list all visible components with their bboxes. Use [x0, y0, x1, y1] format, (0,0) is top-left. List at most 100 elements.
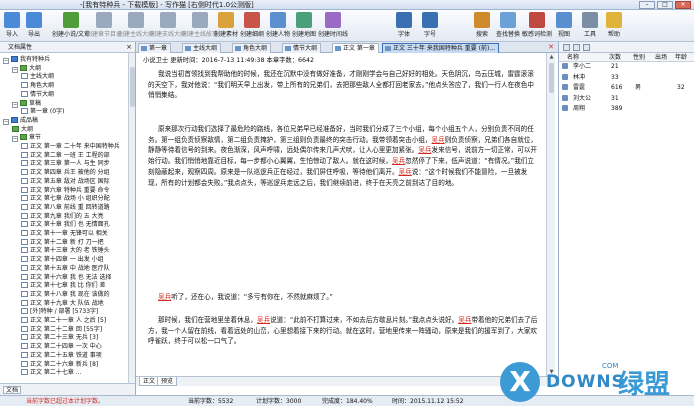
toolbar-button-4[interactable]: 创建主线大纲: [118, 11, 154, 41]
document-tab[interactable]: 第一章: [138, 43, 172, 53]
tree-node[interactable]: − 草稿: [12, 99, 41, 108]
tree-node[interactable]: − 大纲: [12, 64, 41, 73]
tree-node[interactable]: 正文 第十章 我们 也 无情面孔: [21, 221, 110, 229]
toolbar-button-3[interactable]: 创建章节目录: [86, 11, 122, 41]
tree-node[interactable]: 正文 第十二章 新 打 刀一把: [21, 238, 104, 247]
character-row[interactable]: 林冲 33: [559, 73, 694, 82]
editor-scroll-thumb[interactable]: [549, 63, 554, 93]
character-name-highlight[interactable]: 吴兵: [392, 157, 405, 165]
tree-node[interactable]: 正文 第二十五章 铁道 事项: [21, 351, 102, 360]
tree-node[interactable]: 正文 第四章 兵王 被他的 分组: [21, 169, 110, 177]
toolbar-button-19[interactable]: 帮助: [606, 11, 622, 41]
delete-character-icon[interactable]: [583, 44, 590, 51]
tree-node[interactable]: [外]特种 / 部署 [5733字]: [21, 308, 98, 316]
tree-expander-icon[interactable]: −: [12, 66, 18, 73]
editor-scrollbar[interactable]: ▲ ▼: [546, 53, 555, 376]
character-name-highlight[interactable]: 吴兵: [432, 136, 445, 144]
tree-node[interactable]: 正文 第十三章 大的 老 铁锤头: [21, 247, 110, 255]
column-header[interactable]: 性别: [633, 53, 645, 62]
editor-mode-tab[interactable]: 正文: [139, 377, 160, 386]
edit-character-icon[interactable]: [573, 44, 580, 51]
tree-node[interactable]: 主线大纲: [21, 73, 54, 81]
add-character-icon[interactable]: [563, 44, 570, 51]
character-row[interactable]: 周翔 389: [559, 104, 694, 113]
document-tab[interactable]: 正文 第一章: [332, 43, 379, 53]
document-tab[interactable]: 情节大纲: [282, 43, 322, 53]
tree-node[interactable]: 角色大纲: [21, 82, 54, 90]
column-header[interactable]: 年龄: [675, 53, 687, 62]
toolbar-button-11[interactable]: 创建时间线: [318, 11, 348, 41]
document-tree[interactable]: − 我有特种兵 − 大纲 主线大纲 角色大纲 情节大纲 − 草稿 第一章 (0字) − 成品稿 大纲 − 章…: [0, 53, 129, 383]
tree-node[interactable]: 正文 第五章 敌对 战场区 国际: [21, 177, 110, 186]
tree-scroll-thumb[interactable]: [130, 67, 135, 107]
toolbar-button-18[interactable]: 工具: [582, 11, 598, 41]
document-tab[interactable]: 正文 三十年 来我国特种兵 重要 (前)...: [382, 43, 500, 53]
toolbar-button-5[interactable]: 创建支线大纲: [150, 11, 186, 41]
toolbar-button-9[interactable]: 创建人物: [266, 11, 290, 41]
tree-node[interactable]: 正文 第二十七章 ...: [21, 369, 82, 377]
tree-node[interactable]: 正文 第八章 前线 重 回转道路: [21, 203, 110, 212]
tree-node[interactable]: 大纲: [12, 125, 33, 134]
tree-node[interactable]: 正文 第九章 我们的 五 大亮: [21, 212, 104, 221]
tree-node[interactable]: 正文 第二十一章 人 之后 [5]: [21, 317, 106, 325]
toolbar-button-2[interactable]: 创建小说/文章: [52, 11, 90, 41]
character-name-highlight[interactable]: 吴兵: [418, 146, 431, 154]
toolbar-button-6[interactable]: 创建主线故事: [182, 11, 218, 41]
tree-expander-icon[interactable]: −: [12, 101, 18, 108]
toolbar-button-10[interactable]: 创建地图: [292, 11, 316, 41]
character-name-highlight[interactable]: 吴兵: [257, 316, 270, 324]
tree-expander-icon[interactable]: −: [3, 58, 9, 64]
tree-node[interactable]: 正文 第一章 二十年 来中国特种兵: [21, 143, 120, 151]
toolbar-button-8[interactable]: 创建细纲: [240, 11, 264, 41]
panel-close-icon[interactable]: ×: [126, 42, 132, 53]
toolbar-button-17[interactable]: 视图: [556, 11, 572, 41]
tree-node[interactable]: 正文 第二十三章 无兵 [3]: [21, 334, 98, 342]
tree-node[interactable]: 正文 第六章 特种兵 重要 命令: [21, 186, 110, 195]
tree-expander-icon[interactable]: −: [3, 118, 9, 125]
editor-mode-tab[interactable]: 预览: [157, 377, 178, 386]
toolbar-button-16[interactable]: 敏感词检测: [522, 11, 552, 41]
tree-node[interactable]: − 我有特种兵: [3, 56, 50, 64]
column-header[interactable]: 次数: [609, 53, 621, 62]
tree-node[interactable]: 正文 第十六章 我 也 无法 选择: [21, 273, 112, 282]
character-table[interactable]: 李小二 21 林冲 33 雷霆 616 男 32 刘大公 31 周翔 389: [558, 62, 694, 386]
document-tab[interactable]: 主线大纲: [182, 43, 222, 53]
character-name-highlight[interactable]: 吴兵: [399, 168, 412, 176]
character-name-highlight[interactable]: 吴兵: [158, 293, 171, 301]
tree-node[interactable]: 正文 第十一章 无锋可以 相关: [21, 230, 108, 238]
toolbar-button-15[interactable]: 查找替换: [496, 11, 520, 41]
toolbar-button-12[interactable]: 字体: [396, 11, 412, 41]
tree-node[interactable]: 正文 第十五章 中 战地 医疗队: [21, 264, 110, 273]
character-row[interactable]: 雷霆 616 男 32: [559, 83, 694, 92]
toolbar-button-13[interactable]: 字号: [422, 11, 438, 41]
tree-node[interactable]: 第一章 (0字): [21, 108, 64, 116]
document-tab[interactable]: 角色大纲: [232, 43, 272, 53]
tree-node[interactable]: 正文 第十九章 大 队伍 战地: [21, 299, 104, 308]
toolbar-button-0[interactable]: 导入: [4, 11, 20, 41]
scroll-up-icon[interactable]: ▲: [547, 53, 556, 61]
close-button[interactable]: ✕: [675, 1, 691, 9]
tree-node[interactable]: − 章节: [12, 134, 41, 143]
tree-node[interactable]: 正文 第二十六章 新兵 [8]: [21, 360, 98, 369]
character-row[interactable]: 刘大公 31: [559, 94, 694, 103]
left-footer-tab[interactable]: 文档: [3, 386, 22, 394]
tree-node[interactable]: − 成品稿: [3, 116, 38, 125]
toolbar-button-7[interactable]: 创建素材: [214, 11, 238, 41]
body-paragraph[interactable]: 原来那次行动我们选择了最危险的路线，各位兄弟早已经准备好，当时我们分成了三个小组…: [148, 124, 538, 188]
body-paragraph[interactable]: 吴兵听了，还在心，我说道：“多亏有你在，不然就麻烦了。”: [148, 292, 538, 303]
tree-node[interactable]: 正文 第二十四章 一次 中心: [21, 343, 102, 351]
tree-node[interactable]: 正文 第十四章 一 出发 小组: [21, 256, 104, 264]
body-paragraph[interactable]: 我说当初首领找到我帮助他的时候，我还在沉默中没有做好准备，才刚刚学会与自己好好的…: [148, 69, 538, 101]
tab-close-icon[interactable]: ✕: [548, 42, 554, 53]
tree-node[interactable]: 正文 第二十二章 回 [55字]: [21, 325, 102, 334]
column-header[interactable]: 出场: [655, 53, 667, 62]
tree-node[interactable]: 正文 第七章 战场 小 组织分配: [21, 195, 110, 203]
tree-node[interactable]: 正文 第十七章 我 比 你们 差: [21, 282, 106, 290]
character-name-highlight[interactable]: 吴兵: [458, 316, 471, 324]
tree-node[interactable]: 正文 第三章 第一人 与生 同步: [21, 160, 110, 168]
tree-node[interactable]: 正文 第十八章 我 现在 该做的: [21, 290, 110, 299]
tree-scrollbar[interactable]: [129, 53, 136, 383]
tree-node[interactable]: 正文 第二章 一班 王 工程的部: [21, 151, 110, 160]
maximize-button[interactable]: □: [657, 1, 673, 9]
minimize-button[interactable]: –: [639, 1, 655, 9]
